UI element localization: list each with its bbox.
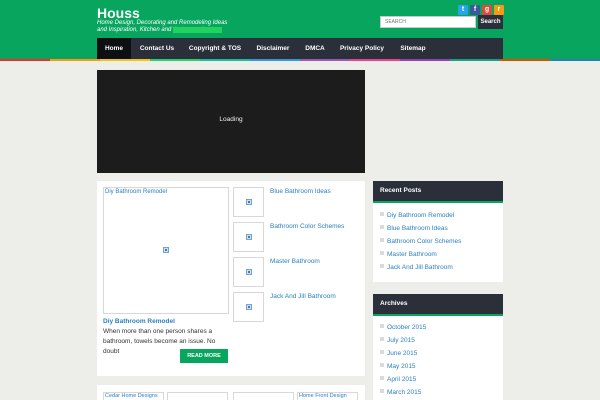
rainbow-segment — [400, 59, 450, 61]
nav-sitemap[interactable]: Sitemap — [393, 38, 433, 59]
video-player[interactable]: Loading — [97, 70, 365, 173]
post-title[interactable]: Diy Bathroom Remodel — [103, 318, 175, 325]
nav-disclaimer[interactable]: Disclaimer — [249, 38, 297, 59]
related-post-link[interactable]: Blue Bathroom Ideas — [270, 188, 331, 195]
tagline-highlight: Bathroom Designs — [173, 26, 223, 33]
related-thumbnail[interactable] — [233, 187, 264, 217]
post-thumbnail[interactable]: Cedar Home Designs — [103, 392, 164, 400]
widget-divider — [373, 201, 503, 203]
bullet-icon — [380, 264, 384, 268]
broken-image-icon — [163, 247, 169, 253]
related-post-link[interactable]: Jack And Jill Bathroom — [270, 293, 336, 300]
recent-post-link[interactable]: Master Bathroom — [380, 251, 437, 258]
bullet-icon — [380, 238, 384, 242]
broken-image-icon — [246, 304, 252, 310]
rainbow-segment — [150, 59, 200, 61]
search-input[interactable] — [380, 16, 476, 28]
rainbow-segment — [300, 59, 350, 61]
post-thumbnail[interactable]: Home Front Design — [297, 392, 358, 400]
bullet-icon — [380, 251, 384, 255]
nav-privacy-policy[interactable]: Privacy Policy — [333, 38, 391, 59]
widget-divider — [373, 314, 503, 316]
bullet-icon — [380, 389, 384, 393]
broken-image-icon — [246, 199, 252, 205]
post-thumbnail[interactable] — [233, 392, 294, 400]
featured-thumbnail-label[interactable]: Diy Bathroom Remodel — [105, 189, 167, 195]
rss-icon[interactable]: r — [494, 5, 504, 15]
bullet-icon — [380, 324, 384, 328]
site-header: Houss Home Design, Decorating and Remode… — [0, 0, 600, 60]
recent-post-link[interactable]: Blue Bathroom Ideas — [380, 225, 448, 232]
site-title[interactable]: Houss — [97, 5, 140, 21]
rainbow-stripe — [0, 59, 600, 61]
nav-dmca[interactable]: DMCA — [299, 38, 331, 59]
read-more-button[interactable]: READ MORE — [180, 349, 228, 363]
rainbow-segment — [50, 59, 100, 61]
main-nav: Home Contact Us Copyright & TOS Disclaim… — [97, 38, 503, 59]
archive-link[interactable]: June 2015 — [380, 350, 417, 357]
google-plus-icon[interactable]: g — [482, 5, 492, 15]
site-tagline: Home Design, Decorating and Remodeling I… — [97, 20, 237, 33]
recent-post-link[interactable]: Diy Bathroom Remodel — [380, 212, 454, 219]
bullet-icon — [380, 350, 384, 354]
post-thumbnail[interactable] — [167, 392, 228, 400]
bullet-icon — [380, 212, 384, 216]
twitter-icon[interactable]: t — [458, 5, 468, 15]
related-thumbnail[interactable] — [233, 222, 264, 252]
archive-link[interactable]: April 2015 — [380, 376, 416, 383]
related-thumbnail[interactable] — [233, 257, 264, 287]
rainbow-segment — [550, 59, 600, 61]
rainbow-segment — [450, 59, 500, 61]
related-thumbnail[interactable] — [233, 292, 264, 322]
post-card-2: Cedar Home Designs Home Front Design — [97, 385, 365, 400]
archives-widget: Archives October 2015 July 2015 June 201… — [373, 294, 503, 400]
archive-link[interactable]: July 2015 — [380, 337, 415, 344]
rainbow-segment — [0, 59, 50, 61]
search-button[interactable]: Search — [478, 15, 503, 29]
nav-copyright-tos[interactable]: Copyright & TOS — [183, 38, 247, 59]
recent-post-link[interactable]: Jack And Jill Bathroom — [380, 264, 453, 271]
broken-image-icon — [246, 269, 252, 275]
rainbow-segment — [350, 59, 400, 61]
bullet-icon — [380, 225, 384, 229]
widget-title: Recent Posts — [373, 181, 503, 201]
related-post-link[interactable]: Master Bathroom — [270, 258, 320, 265]
rainbow-segment — [200, 59, 250, 61]
recent-posts-widget: Recent Posts Diy Bathroom Remodel Blue B… — [373, 181, 503, 282]
archive-link[interactable]: May 2015 — [380, 363, 416, 370]
recent-post-link[interactable]: Bathroom Color Schemes — [380, 238, 461, 245]
broken-image-icon — [246, 234, 252, 240]
facebook-icon[interactable]: f — [470, 5, 480, 15]
related-post-link[interactable]: Bathroom Color Schemes — [270, 223, 344, 230]
featured-post-card: Diy Bathroom Remodel Diy Bathroom Remode… — [97, 181, 365, 376]
archive-link[interactable]: March 2015 — [380, 389, 421, 396]
rainbow-segment — [500, 59, 550, 61]
widget-title: Archives — [373, 294, 503, 314]
nav-contact-us[interactable]: Contact Us — [133, 38, 181, 59]
bullet-icon — [380, 337, 384, 341]
nav-home[interactable]: Home — [97, 38, 131, 59]
archive-link[interactable]: October 2015 — [380, 324, 426, 331]
featured-thumbnail[interactable]: Diy Bathroom Remodel — [103, 187, 229, 314]
rainbow-segment — [250, 59, 300, 61]
bullet-icon — [380, 376, 384, 380]
video-loading-text: Loading — [219, 116, 243, 123]
rainbow-segment — [100, 59, 150, 61]
bullet-icon — [380, 363, 384, 367]
